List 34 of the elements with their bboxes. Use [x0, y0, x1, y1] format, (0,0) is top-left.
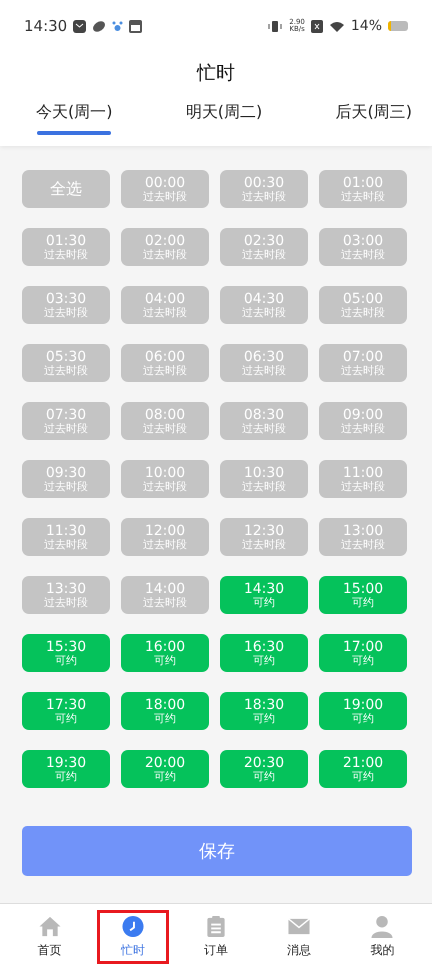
- time-slot[interactable]: 19:00 可约: [319, 692, 407, 730]
- time-slot[interactable]: 17:00 可约: [319, 634, 407, 672]
- nav-item[interactable]: 首页: [14, 910, 86, 964]
- nav-item[interactable]: 忙时: [96, 910, 169, 964]
- person-icon: [370, 915, 394, 938]
- save-button[interactable]: 保存: [22, 826, 412, 876]
- mail-icon: [73, 20, 86, 32]
- time-slot[interactable]: 15:30 可约: [22, 634, 110, 672]
- battery-percent: 14%: [350, 18, 382, 34]
- time-slot[interactable]: 16:00 可约: [121, 634, 209, 672]
- nav-item[interactable]: 消息: [263, 910, 336, 964]
- battery-icon: [388, 21, 408, 31]
- day-tab[interactable]: 今天(周一): [36, 94, 112, 146]
- nav-item[interactable]: 订单: [180, 910, 252, 964]
- time-slot[interactable]: 19:30 可约: [22, 750, 110, 788]
- home-icon: [38, 915, 62, 938]
- nav-item[interactable]: 我的: [346, 910, 418, 964]
- time-slot[interactable]: 18:30 可约: [220, 692, 308, 730]
- page-title: 忙时: [196, 61, 236, 86]
- day-tab[interactable]: 明天(周二): [186, 94, 262, 146]
- time-slot[interactable]: 14:30 可约: [220, 576, 308, 614]
- time-slot[interactable]: 16:30 可约: [220, 634, 308, 672]
- clock-icon: [120, 915, 145, 938]
- time-slot[interactable]: 17:30 可约: [22, 692, 110, 730]
- time-slot[interactable]: 20:30 可约: [220, 750, 308, 788]
- time-slot[interactable]: 18:00 可约: [121, 692, 209, 730]
- status-time: 14:30: [24, 17, 68, 35]
- time-slot[interactable]: 15:00 可约: [319, 576, 407, 614]
- time-slot[interactable]: 21:00 可约: [319, 750, 407, 788]
- day-tab[interactable]: 后天(周三): [336, 94, 412, 146]
- wifi-icon: [328, 20, 345, 32]
- sim-icon: [310, 20, 323, 32]
- vibrate-icon: [267, 20, 284, 32]
- time-slot[interactable]: 20:00 可约: [121, 750, 209, 788]
